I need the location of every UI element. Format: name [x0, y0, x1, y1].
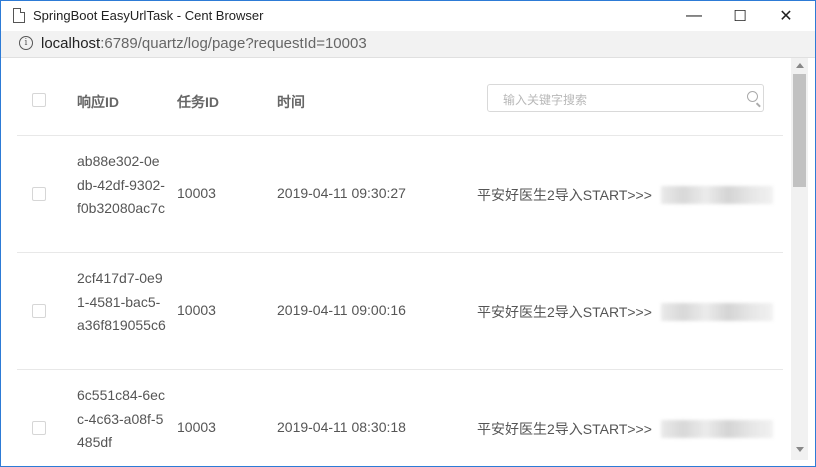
scroll-up-arrow-icon[interactable]	[796, 63, 804, 68]
table-row: ab88e302-0edb-42df-9302-f0b32080ac7c 100…	[1, 136, 791, 253]
search-placeholder: 输入关键字搜索	[503, 93, 588, 107]
row-checkbox[interactable]	[32, 187, 46, 201]
row-time: 2019-04-11 09:00:16	[277, 302, 406, 318]
table-row: 2cf417d7-0e91-4581-bac5-a36f819055c6 100…	[1, 253, 791, 370]
url-host: localhost	[41, 35, 101, 52]
address-bar[interactable]: i localhost:6789/quartz/log/page?request…	[1, 31, 815, 58]
log-table: 响应ID 任务ID 时间 输入关键字搜索 ab88e302-0edb-42df-…	[1, 58, 791, 466]
row-message: 平安好医生2导入START>>>	[477, 187, 652, 203]
window-title: SpringBoot EasyUrlTask - Cent Browser	[33, 8, 264, 23]
header-task-id[interactable]: 任务ID	[177, 92, 219, 112]
row-message: 平安好医生2导入START>>>	[477, 421, 652, 437]
row-time: 2019-04-11 09:30:27	[277, 185, 406, 201]
redacted-text	[661, 303, 773, 321]
table-header: 响应ID 任务ID 时间 输入关键字搜索	[1, 58, 791, 135]
row-task-id: 10003	[177, 419, 216, 435]
header-time[interactable]: 时间	[277, 92, 305, 112]
redacted-text	[661, 420, 773, 438]
row-response-id: 2cf417d7-0e91-4581-bac5-a36f819055c6	[77, 270, 166, 333]
row-checkbox[interactable]	[32, 304, 46, 318]
row-response-id: ab88e302-0edb-42df-9302-f0b32080ac7c	[77, 153, 165, 216]
info-icon[interactable]: i	[19, 36, 33, 50]
close-button[interactable]: ✕	[763, 1, 809, 31]
url-path: :6789/quartz/log/page?requestId=10003	[100, 35, 367, 52]
page-icon	[13, 8, 25, 23]
row-task-id: 10003	[177, 302, 216, 318]
table-row: 6c551c84-6ecc-4c63-a08f-5485df 10003 201…	[1, 370, 791, 466]
maximize-button[interactable]: ☐	[717, 1, 763, 31]
redacted-text	[661, 186, 773, 204]
row-time: 2019-04-11 08:30:18	[277, 419, 406, 435]
header-response-id[interactable]: 响应ID	[77, 92, 119, 112]
browser-window: SpringBoot EasyUrlTask - Cent Browser — …	[0, 0, 816, 467]
row-checkbox[interactable]	[32, 421, 46, 435]
title-bar[interactable]: SpringBoot EasyUrlTask - Cent Browser — …	[1, 1, 815, 31]
minimize-button[interactable]: —	[671, 1, 717, 31]
search-icon[interactable]	[747, 91, 758, 102]
url-text[interactable]: localhost:6789/quartz/log/page?requestId…	[41, 35, 367, 52]
select-all-checkbox[interactable]	[32, 93, 46, 107]
search-input[interactable]: 输入关键字搜索	[487, 84, 764, 112]
row-task-id: 10003	[177, 185, 216, 201]
scrollbar-thumb[interactable]	[793, 74, 806, 187]
row-response-id: 6c551c84-6ecc-4c63-a08f-5485df	[77, 387, 165, 450]
row-message: 平安好医生2导入START>>>	[477, 304, 652, 320]
scroll-down-arrow-icon[interactable]	[796, 447, 804, 452]
